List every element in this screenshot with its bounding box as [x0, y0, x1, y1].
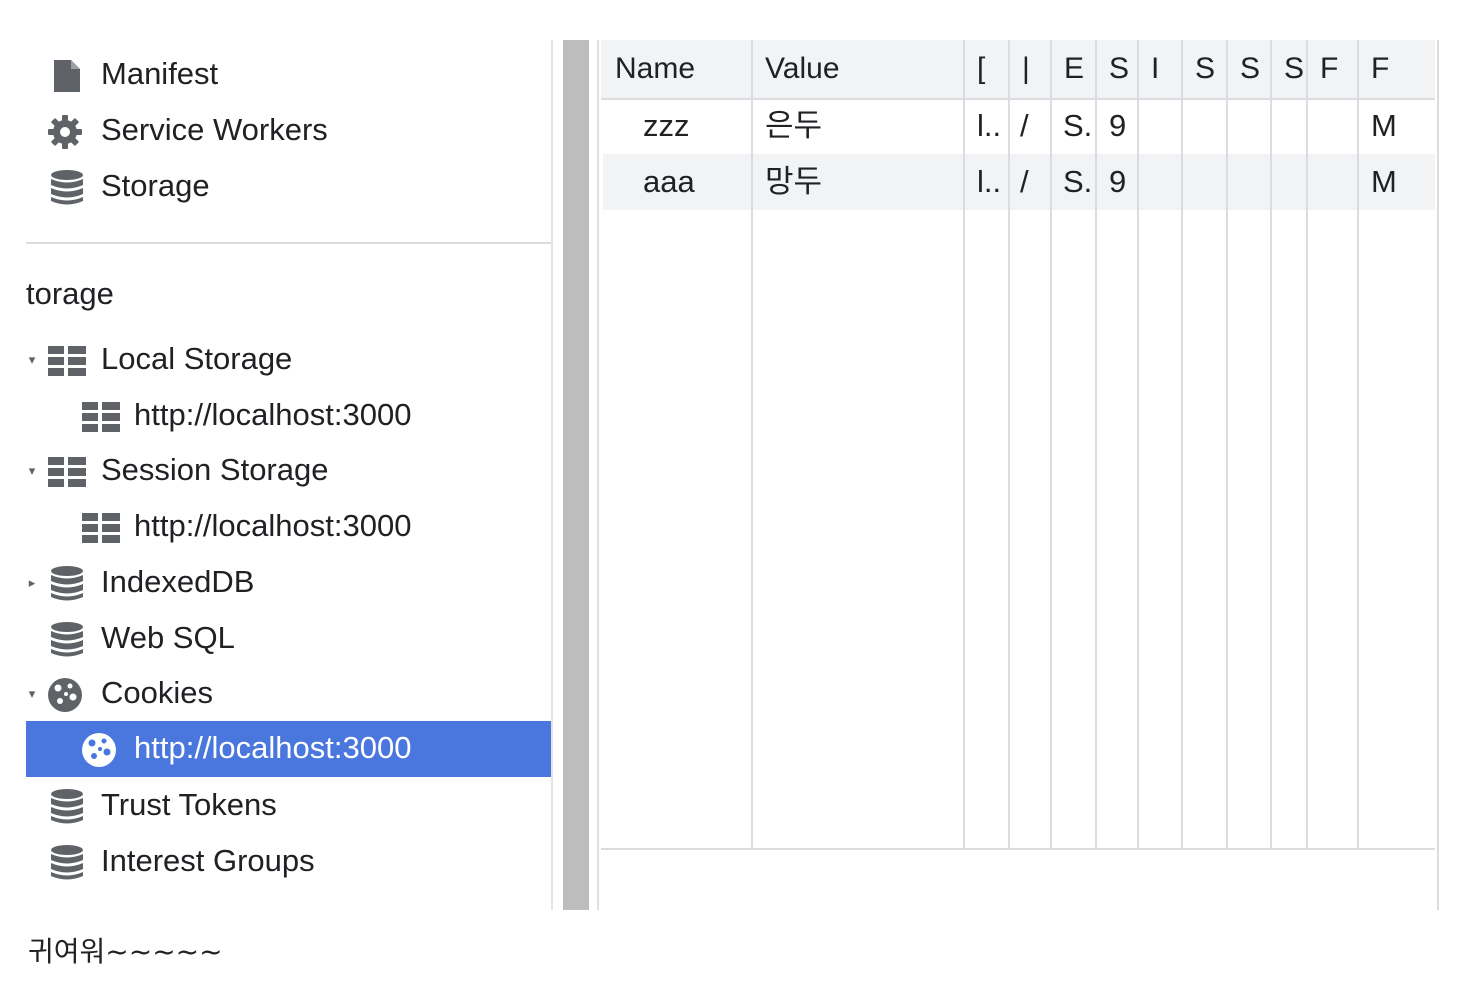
cookie-size: 9 [1109, 164, 1127, 199]
cookie-expires: S. [1063, 164, 1093, 199]
column-divider[interactable] [751, 40, 753, 850]
grid-left-border [597, 40, 599, 910]
panel-resize-handle[interactable] [563, 40, 589, 910]
sidebar-item-label: Service Workers [101, 112, 328, 147]
sidebar-item-label: Interest Groups [101, 843, 315, 878]
sidebar-item-label: Web SQL [101, 620, 235, 655]
sidebar-item-label: Manifest [101, 56, 219, 91]
sidebar-divider [26, 242, 551, 244]
sidebar-item-label: Storage [101, 168, 210, 203]
document-icon [48, 57, 86, 95]
cookie-priority: M [1371, 108, 1397, 143]
sidebar-item-cookies-origin[interactable]: http://localhost:3000 [26, 721, 551, 777]
column-divider[interactable] [1226, 40, 1228, 850]
sidebar-item-label: Session Storage [101, 452, 329, 487]
sidebar-item-indexeddb[interactable]: ▸ IndexedDB [26, 555, 551, 611]
column-header-path[interactable]: | [1008, 40, 1050, 98]
section-heading-storage: torage [26, 276, 114, 311]
sidebar-item-label: Cookies [101, 675, 213, 710]
cookie-name: aaa [643, 164, 695, 199]
cookie-domain: l.. [977, 108, 1002, 143]
column-header-name[interactable]: Name [601, 40, 751, 98]
expanded-arrow-icon[interactable]: ▾ [26, 463, 38, 479]
caption-text: 귀여워~~~~~ [28, 935, 223, 968]
expanded-arrow-icon[interactable]: ▾ [26, 352, 38, 368]
table-icon [48, 342, 86, 380]
cookie-value: 망두 [765, 164, 823, 199]
column-header-size[interactable]: S [1095, 40, 1137, 98]
sidebar-item-label: Local Storage [101, 341, 293, 376]
cookie-expires: S. [1063, 108, 1093, 143]
application-sidebar: Manifest Service Workers Storage torage … [26, 40, 551, 910]
sidebar-item-label: http://localhost:3000 [134, 730, 412, 765]
sidebar-item-manifest[interactable]: Manifest [26, 47, 551, 103]
column-header-expires[interactable]: E [1050, 40, 1095, 98]
column-header-value[interactable]: Value [751, 40, 963, 98]
column-header-samesite[interactable]: S [1226, 40, 1270, 98]
sidebar-item-label: IndexedDB [101, 564, 255, 599]
cookie-size: 9 [1109, 108, 1127, 143]
database-icon [48, 565, 86, 603]
sidebar-border [551, 40, 553, 910]
column-header-partition-key[interactable]: F [1306, 40, 1357, 98]
sidebar-item-label: Trust Tokens [101, 787, 277, 822]
cookie-icon [46, 676, 84, 714]
column-divider[interactable] [1357, 40, 1359, 850]
database-icon [48, 169, 86, 207]
expanded-arrow-icon[interactable]: ▾ [26, 686, 38, 702]
sidebar-item-websql[interactable]: Web SQL [26, 611, 551, 667]
cookie-icon [80, 731, 118, 769]
cookie-path: / [1020, 164, 1029, 199]
column-header-priority[interactable]: F [1357, 40, 1435, 98]
column-divider[interactable] [963, 40, 965, 850]
table-bottom-border [601, 848, 1435, 850]
sidebar-item-session-storage-origin[interactable]: http://localhost:3000 [26, 499, 551, 555]
column-divider[interactable] [1270, 40, 1272, 850]
sidebar-item-cookies[interactable]: ▾ Cookies [26, 666, 551, 722]
column-divider[interactable] [1008, 40, 1010, 850]
cookie-value: 은두 [765, 108, 823, 143]
sidebar-item-interest-groups[interactable]: Interest Groups [26, 834, 551, 890]
column-divider[interactable] [1050, 40, 1052, 850]
column-header-sameparty[interactable]: S [1270, 40, 1306, 98]
column-header-secure[interactable]: S [1181, 40, 1226, 98]
collapsed-arrow-icon[interactable]: ▸ [26, 575, 38, 591]
sidebar-item-local-storage[interactable]: ▾ Local Storage [26, 332, 551, 388]
column-divider[interactable] [1095, 40, 1097, 850]
table-row[interactable]: zzz 은두 l.. / S. 9 M [603, 98, 1435, 154]
sidebar-item-service-workers[interactable]: Service Workers [26, 103, 551, 159]
gear-icon [46, 113, 84, 151]
table-row[interactable]: aaa 망두 l.. / S. 9 M [603, 154, 1435, 210]
table-icon [82, 509, 120, 547]
database-icon [48, 621, 86, 659]
table-header: Name Value [ | E S I S S S F F [601, 40, 1435, 100]
column-header-domain[interactable]: [ [963, 40, 1008, 98]
database-icon [48, 788, 86, 826]
cookie-priority: M [1371, 164, 1397, 199]
cookie-name: zzz [643, 108, 690, 143]
sidebar-item-label: http://localhost:3000 [134, 508, 412, 543]
database-icon [48, 844, 86, 882]
sidebar-item-trust-tokens[interactable]: Trust Tokens [26, 778, 551, 834]
sidebar-item-session-storage[interactable]: ▾ Session Storage [26, 443, 551, 499]
sidebar-item-local-storage-origin[interactable]: http://localhost:3000 [26, 388, 551, 444]
cookie-path: / [1020, 108, 1029, 143]
sidebar-item-label: http://localhost:3000 [134, 397, 412, 432]
cookie-table: Name Value [ | E S I S S S F F zzz 은두 l.… [601, 40, 1439, 910]
cookie-domain: l.. [977, 164, 1002, 199]
table-icon [48, 453, 86, 491]
column-header-httponly[interactable]: I [1137, 40, 1181, 98]
table-icon [82, 398, 120, 436]
column-divider[interactable] [1181, 40, 1183, 850]
sidebar-item-storage[interactable]: Storage [26, 159, 551, 215]
column-divider[interactable] [1137, 40, 1139, 850]
column-divider[interactable] [1306, 40, 1308, 850]
